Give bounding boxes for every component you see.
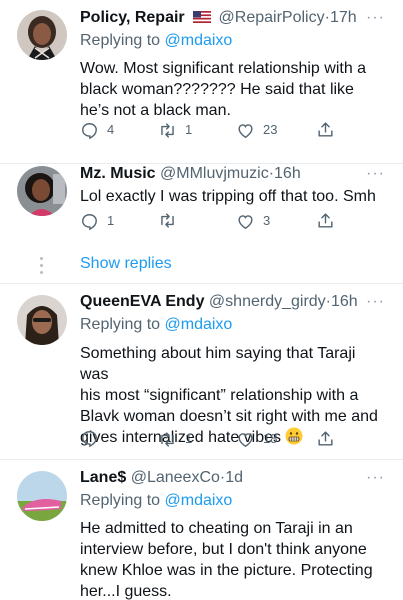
show-replies-link[interactable]: Show replies: [80, 254, 172, 274]
retweet-count: 1: [185, 431, 193, 446]
tweet-header: Policy, Repair @RepairPolicy·17h: [80, 8, 357, 29]
more-options-icon[interactable]: ···: [366, 294, 385, 310]
reply-button[interactable]: [80, 429, 107, 448]
replying-to-label: Replying to: [80, 316, 161, 333]
thread-dots: [40, 257, 44, 278]
retweet-icon: [158, 121, 177, 140]
tweet-actions: 1 3: [80, 211, 380, 233]
avatar[interactable]: [17, 295, 67, 345]
reply-button[interactable]: 4: [80, 120, 114, 140]
reply-icon: [80, 212, 99, 231]
replying-to: Replying to @mdaixo: [80, 31, 232, 51]
more-options-icon[interactable]: ···: [366, 166, 385, 182]
replying-to: Replying to @mdaixo: [80, 491, 232, 511]
tweet-actions: 4 1 23: [80, 120, 380, 142]
like-count: 23: [263, 122, 278, 137]
avatar[interactable]: [17, 166, 67, 216]
reply-icon: [80, 429, 99, 448]
tweet-4[interactable]: Lane$ @LaneexCo·1d ··· Replying to @mdai…: [0, 460, 403, 600]
share-icon: [316, 211, 335, 230]
share-button[interactable]: [316, 211, 335, 230]
heart-icon: [236, 430, 255, 449]
retweet-icon: [158, 430, 177, 449]
display-name[interactable]: Policy, Repair: [80, 9, 185, 26]
more-options-icon[interactable]: ···: [366, 10, 385, 26]
like-button[interactable]: 18: [236, 429, 277, 449]
display-name[interactable]: Mz. Music: [80, 165, 156, 182]
reply-button[interactable]: 1: [80, 211, 114, 231]
retweet-button[interactable]: 1: [158, 120, 192, 140]
display-name[interactable]: QueenEVA Endy: [80, 293, 204, 310]
tweet-1[interactable]: Policy, Repair @RepairPolicy·17h ··· Rep…: [0, 0, 403, 163]
replying-to-label: Replying to: [80, 492, 161, 509]
retweet-icon: [158, 211, 177, 230]
tweet-text: Lol exactly I was tripping off that too.…: [80, 188, 376, 205]
replying-to-label: Replying to: [80, 32, 161, 49]
tweet-header: Lane$ @LaneexCo·1d: [80, 468, 243, 488]
us-flag-icon: [193, 9, 212, 29]
like-button[interactable]: 23: [236, 120, 277, 140]
heart-icon: [236, 212, 255, 231]
like-count: 18: [263, 431, 278, 446]
tweet-text-line: Something about him saying that Taraji w…: [80, 345, 356, 383]
tweet-3[interactable]: QueenEVA Endy @shnerdy_girdy·16h ··· Rep…: [0, 284, 403, 454]
tweet-text: He admitted to cheating on Taraji in an …: [80, 520, 373, 600]
retweet-count: 1: [185, 122, 193, 137]
reply-count: 1: [107, 213, 115, 228]
timestamp[interactable]: 16h: [331, 293, 358, 310]
share-button[interactable]: [316, 120, 335, 139]
share-icon: [316, 120, 335, 139]
like-button[interactable]: 3: [236, 211, 270, 231]
share-icon: [316, 429, 335, 448]
tweet-text: Wow. Most significant relationship with …: [80, 60, 367, 119]
display-name[interactable]: Lane$: [80, 469, 126, 486]
mention-link[interactable]: @mdaixo: [165, 32, 233, 49]
mention-link[interactable]: @mdaixo: [165, 492, 233, 509]
user-handle[interactable]: @RepairPolicy: [219, 9, 325, 26]
timestamp[interactable]: 17h: [330, 9, 357, 26]
retweet-button[interactable]: 1: [158, 429, 192, 449]
more-options-icon[interactable]: ···: [366, 470, 385, 486]
tweet-header: QueenEVA Endy @shnerdy_girdy·16h: [80, 292, 358, 312]
user-handle[interactable]: @MMluvjmuzic: [160, 165, 269, 182]
mention-link[interactable]: @mdaixo: [165, 316, 233, 333]
tweet-text-line: his most “significant” relationship with…: [80, 387, 359, 404]
reply-count: 4: [107, 122, 115, 137]
heart-icon: [236, 121, 255, 140]
avatar[interactable]: [17, 471, 67, 521]
tweet-2[interactable]: Mz. Music @MMluvjmuzic·16h ··· Lol exact…: [0, 164, 403, 244]
user-handle[interactable]: @LaneexCo: [131, 469, 220, 486]
share-button[interactable]: [316, 429, 335, 448]
tweet-actions: 1 18: [80, 429, 380, 451]
timestamp[interactable]: 1d: [225, 469, 243, 486]
retweet-button[interactable]: [158, 211, 185, 230]
tweet-header: Mz. Music @MMluvjmuzic·16h: [80, 164, 301, 184]
avatar[interactable]: [17, 10, 67, 60]
replying-to: Replying to @mdaixo: [80, 315, 232, 335]
user-handle[interactable]: @shnerdy_girdy: [209, 293, 326, 310]
reply-icon: [80, 121, 99, 140]
tweet-text-line: Blavk woman doesn’t sit right with me an…: [80, 408, 378, 425]
like-count: 3: [263, 213, 271, 228]
timestamp[interactable]: 16h: [274, 165, 301, 182]
